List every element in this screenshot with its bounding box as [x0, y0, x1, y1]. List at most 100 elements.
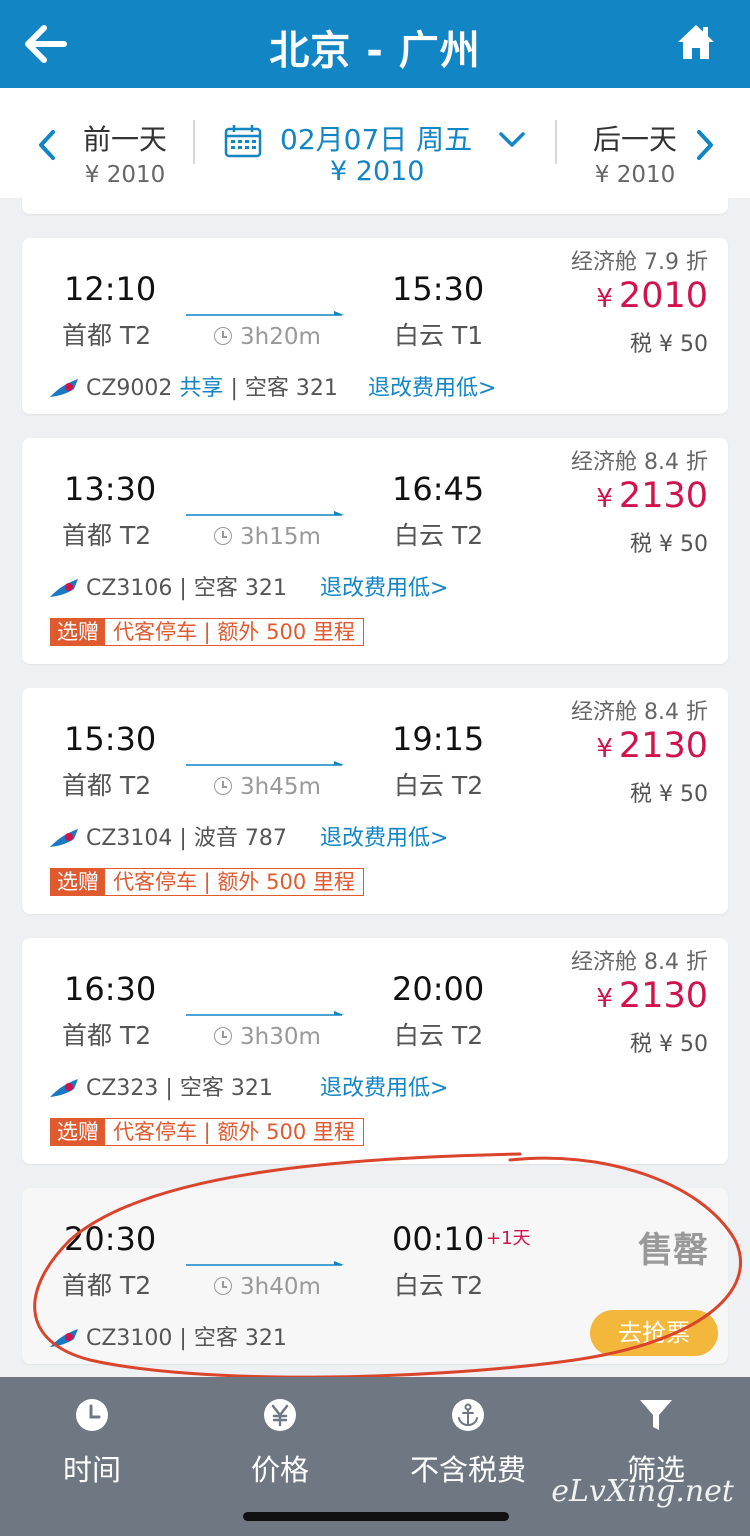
departure-airport: 首都 T2: [62, 521, 152, 550]
departure-time: 15:30: [64, 720, 157, 758]
airline-logo-icon: [50, 829, 78, 847]
flight-card[interactable]: 12:10 首都 T2 3h20m 15:30 白云 T1 经济舱 7.9 折 …: [22, 238, 728, 414]
home-icon[interactable]: [676, 22, 716, 62]
refund-policy-link[interactable]: 退改费用低>: [368, 370, 496, 402]
airline-logo-icon: [50, 579, 78, 597]
arrival-airport: 白云 T2: [394, 521, 484, 550]
departure-time: 13:30: [64, 470, 157, 508]
anchor-icon: [452, 1399, 484, 1431]
flight-info: CZ9002 共享 | 空客 321: [48, 370, 338, 402]
grab-ticket-button[interactable]: 去抢票: [590, 1310, 718, 1356]
airline-logo-icon: [50, 1079, 78, 1097]
flight-duration: 3h30m: [214, 1024, 321, 1050]
flight-price: ¥2010: [596, 276, 708, 316]
tab-time[interactable]: 时间: [12, 1397, 172, 1489]
current-date-label: 02月07日 周五: [280, 123, 473, 156]
flight-duration: 3h45m: [214, 774, 321, 800]
flight-duration: 3h20m: [214, 324, 321, 350]
divider: [193, 120, 195, 164]
filter-icon: [640, 1400, 672, 1430]
tab-price[interactable]: 价格: [200, 1397, 360, 1489]
tab-label: 价格: [250, 1453, 309, 1487]
chevron-left-icon: [39, 130, 55, 160]
clock-icon: [214, 327, 232, 345]
departure-time: 12:10: [64, 270, 157, 308]
refund-policy-link[interactable]: 退改费用低>: [320, 820, 448, 852]
next-day-indicator: +1天: [486, 1228, 531, 1249]
route-arrow-icon: [186, 1011, 344, 1016]
promo-badge[interactable]: 选赠 代客停车 | 额外 500 里程: [50, 868, 364, 896]
previous-day-button[interactable]: 前一天 ¥ 2010: [36, 118, 206, 198]
arrival-airport: 白云 T2: [394, 771, 484, 800]
arrival-time: 00:10: [392, 1220, 485, 1258]
route-arrow-icon: [186, 761, 344, 766]
clock-icon: [214, 777, 232, 795]
flight-price: ¥2130: [596, 976, 708, 1016]
clock-icon: [214, 1277, 232, 1295]
current-date-picker[interactable]: 02月07日 周五 ¥ 2010: [222, 118, 532, 198]
cabin-discount: 经济舱 7.9 折: [571, 250, 708, 275]
departure-airport: 首都 T2: [62, 1021, 152, 1050]
airline-logo-icon: [50, 1329, 78, 1347]
previous-card-edge: [22, 190, 728, 214]
route-arrow-icon: [186, 311, 344, 316]
tab-label: 不含税费: [409, 1453, 526, 1487]
flight-card[interactable]: 16:30 首都 T2 3h30m 20:00 白云 T2 经济舱 8.4 折 …: [22, 938, 728, 1164]
arrival-airport: 白云 T2: [394, 1271, 484, 1300]
next-day-button[interactable]: 后一天 ¥ 2010: [546, 118, 716, 198]
flight-card-sold-out[interactable]: 20:30 首都 T2 3h40m 00:10 +1天 白云 T2 售罄 CZ3…: [22, 1188, 728, 1364]
flight-price: ¥2130: [596, 726, 708, 766]
departure-airport: 首都 T2: [62, 1271, 152, 1300]
departure-airport: 首都 T2: [62, 771, 152, 800]
current-date-price: ¥ 2010: [330, 156, 425, 187]
promo-badge[interactable]: 选赠 代客停车 | 额外 500 里程: [50, 618, 364, 646]
tab-label: 时间: [62, 1453, 121, 1487]
arrival-airport: 白云 T2: [394, 1021, 484, 1050]
chevron-right-icon: [697, 130, 713, 160]
tax-amount: 税 ¥ 50: [630, 1032, 708, 1057]
tax-amount: 税 ¥ 50: [630, 782, 708, 807]
previous-day-label: 前一天: [82, 123, 167, 156]
flight-info: CZ3106 | 空客 321: [48, 570, 287, 602]
arrival-airport: 白云 T1: [394, 321, 484, 350]
route-arrow-icon: [186, 511, 344, 516]
watermark: eLvXing.net: [551, 1474, 734, 1509]
next-day-price: ¥ 2010: [594, 162, 676, 188]
nav-header: 北京 - 广州: [0, 0, 750, 88]
promo-badge[interactable]: 选赠 代客停车 | 额外 500 里程: [50, 1118, 364, 1146]
departure-airport: 首都 T2: [62, 321, 152, 350]
yen-icon: [264, 1399, 296, 1431]
tax-amount: 税 ¥ 50: [630, 532, 708, 557]
date-selector-bar: 前一天 ¥ 2010 02月07日 周五 ¥ 2010 后一天 ¥ 2010: [0, 88, 750, 198]
clock-icon: [214, 1027, 232, 1045]
next-day-label: 后一天: [592, 123, 677, 156]
page-title: 北京 - 广州: [269, 28, 481, 74]
arrival-time: 20:00: [392, 970, 485, 1008]
calendar-icon: [224, 125, 262, 158]
cabin-discount: 经济舱 8.4 折: [571, 450, 708, 475]
refund-policy-link[interactable]: 退改费用低>: [320, 570, 448, 602]
sold-out-label: 售罄: [637, 1231, 708, 1271]
previous-day-price: ¥ 2010: [84, 162, 166, 188]
airline-logo-icon: [50, 379, 78, 397]
arrival-time: 16:45: [392, 470, 485, 508]
flight-info: CZ3104 | 波音 787: [48, 820, 287, 852]
chevron-down-icon: [499, 132, 525, 147]
flight-card[interactable]: 15:30 首都 T2 3h45m 19:15 白云 T2 经济舱 8.4 折 …: [22, 688, 728, 914]
tax-amount: 税 ¥ 50: [630, 332, 708, 357]
arrival-time: 15:30: [392, 270, 485, 308]
flight-price: ¥2130: [596, 476, 708, 516]
flight-info: CZ323 | 空客 321: [48, 1070, 273, 1102]
clock-icon: [214, 527, 232, 545]
arrival-time: 19:15: [392, 720, 485, 758]
flight-duration: 3h40m: [214, 1274, 321, 1300]
clock-icon: [76, 1399, 108, 1431]
cabin-discount: 经济舱 8.4 折: [571, 950, 708, 975]
refund-policy-link[interactable]: 退改费用低>: [320, 1070, 448, 1102]
departure-time: 16:30: [64, 970, 157, 1008]
flight-card[interactable]: 13:30 首都 T2 3h15m 16:45 白云 T2 经济舱 8.4 折 …: [22, 438, 728, 664]
route-arrow-icon: [186, 1261, 344, 1266]
departure-time: 20:30: [64, 1220, 157, 1258]
tab-exclude-tax[interactable]: 不含税费: [388, 1397, 548, 1489]
cabin-discount: 经济舱 8.4 折: [571, 700, 708, 725]
